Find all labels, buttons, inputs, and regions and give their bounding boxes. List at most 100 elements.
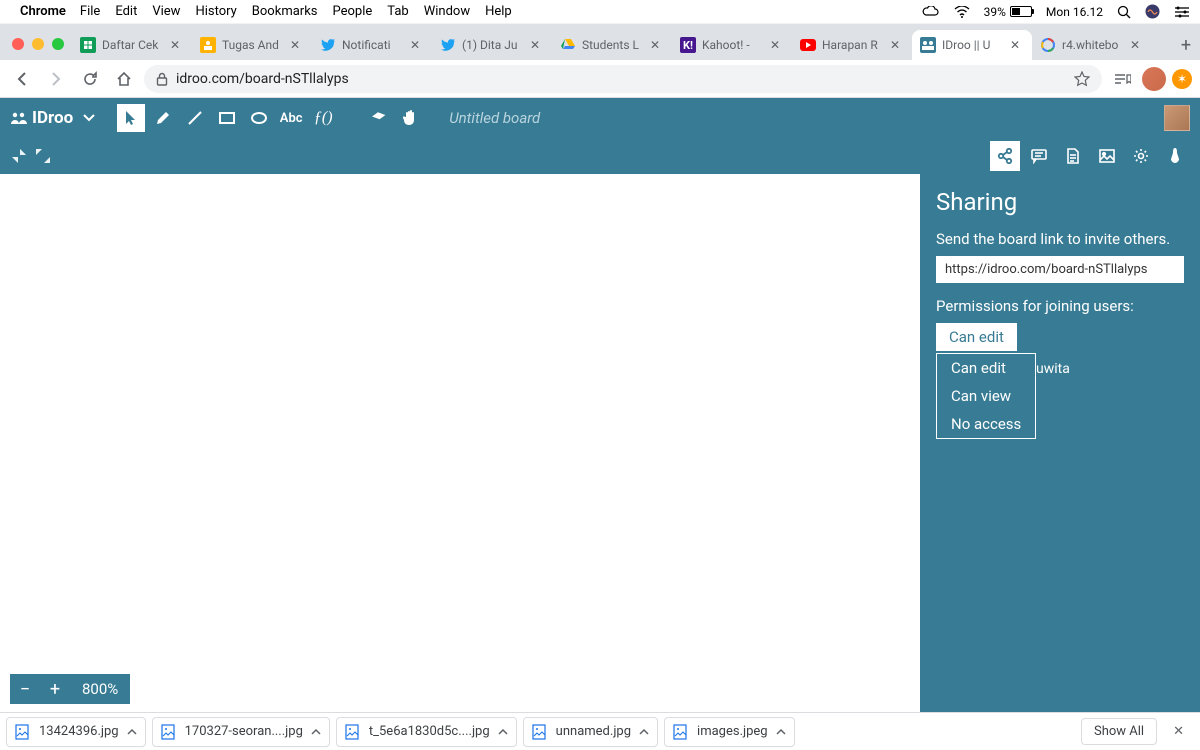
brush-icon[interactable] <box>1160 141 1190 171</box>
battery-status[interactable]: 39% <box>984 5 1032 19</box>
tab-favicon <box>440 37 456 53</box>
browser-tab[interactable]: Students L✕ <box>552 30 672 60</box>
tab-close-icon[interactable]: ✕ <box>1010 38 1024 52</box>
menu-window[interactable]: Window <box>424 4 470 19</box>
download-chevron-icon[interactable] <box>639 729 649 735</box>
tab-close-icon[interactable]: ✕ <box>530 38 544 52</box>
new-tab-button[interactable]: + <box>1172 31 1200 59</box>
image-icon[interactable] <box>1092 141 1122 171</box>
wifi-icon[interactable] <box>954 6 970 18</box>
home-button[interactable] <box>110 65 138 93</box>
ellipse-tool[interactable] <box>245 104 273 132</box>
select-tool[interactable] <box>117 104 145 132</box>
download-chevron-icon[interactable] <box>498 729 508 735</box>
browser-tab[interactable]: Daftar Cek✕ <box>72 30 192 60</box>
download-item[interactable]: t_5e6a1830d5c....jpg <box>336 717 517 747</box>
expand-arrow-out-icon[interactable] <box>34 147 52 165</box>
download-item[interactable]: 13424396.jpg <box>6 717 146 747</box>
zoom-out-button[interactable]: − <box>10 679 40 700</box>
permission-option-noaccess[interactable]: No access <box>937 410 1035 438</box>
idroo-logo[interactable]: IDroo <box>10 108 73 128</box>
browser-tab[interactable]: Tugas And✕ <box>192 30 312 60</box>
download-item[interactable]: 170327-seoran....jpg <box>152 717 330 747</box>
tab-close-icon[interactable]: ✕ <box>170 38 184 52</box>
zoom-value[interactable]: 800% <box>70 680 130 698</box>
browser-tab[interactable]: Notificati✕ <box>312 30 432 60</box>
browser-tab[interactable]: K!Kahoot! - ✕ <box>672 30 792 60</box>
chrome-tab-strip: Daftar Cek✕Tugas And✕Notificati✕(1) Dita… <box>0 24 1200 60</box>
pan-tool[interactable] <box>397 104 425 132</box>
app-name[interactable]: Chrome <box>20 4 66 19</box>
browser-tab[interactable]: (1) Dita Ju✕ <box>432 30 552 60</box>
creative-cloud-icon[interactable] <box>922 6 940 18</box>
menu-people[interactable]: People <box>333 4 373 19</box>
menu-view[interactable]: View <box>152 4 180 19</box>
permissions-select[interactable]: Can edit <box>936 323 1017 351</box>
reading-list-icon[interactable] <box>1108 65 1136 93</box>
download-chevron-icon[interactable] <box>127 729 137 735</box>
download-item[interactable]: unnamed.jpg <box>523 717 658 747</box>
text-tool[interactable]: Abc <box>277 104 305 132</box>
tab-favicon <box>1040 37 1056 53</box>
menu-help[interactable]: Help <box>485 4 512 19</box>
menu-history[interactable]: History <box>195 4 236 19</box>
tab-close-icon[interactable]: ✕ <box>290 38 304 52</box>
window-close-button[interactable] <box>12 38 24 50</box>
close-downloads-bar-button[interactable]: ✕ <box>1163 724 1194 739</box>
collapse-arrow-in-icon[interactable] <box>10 147 28 165</box>
chat-icon[interactable] <box>1024 141 1054 171</box>
settings-gear-icon[interactable] <box>1126 141 1156 171</box>
eraser-tool[interactable] <box>365 104 393 132</box>
profile-avatar[interactable] <box>1142 67 1166 91</box>
browser-tab[interactable]: r4.whitebo✕ <box>1032 30 1152 60</box>
window-minimize-button[interactable] <box>32 38 44 50</box>
tab-close-icon[interactable]: ✕ <box>410 38 424 52</box>
window-maximize-button[interactable] <box>52 38 64 50</box>
permission-option-edit[interactable]: Can edit <box>937 354 1035 382</box>
chrome-toolbar: idroo.com/board-nSTllalyps ✶ <box>0 60 1200 98</box>
whiteboard-canvas[interactable] <box>0 174 920 712</box>
rectangle-tool[interactable] <box>213 104 241 132</box>
share-icon[interactable] <box>990 141 1020 171</box>
pen-tool[interactable] <box>149 104 177 132</box>
back-button[interactable] <box>8 65 36 93</box>
menu-file[interactable]: File <box>80 4 100 19</box>
document-icon[interactable] <box>1058 141 1088 171</box>
extension-icon[interactable]: ✶ <box>1172 69 1192 89</box>
tab-close-icon[interactable]: ✕ <box>770 38 784 52</box>
forward-button[interactable] <box>42 65 70 93</box>
address-bar[interactable]: idroo.com/board-nSTllalyps <box>144 65 1102 93</box>
tab-favicon <box>800 37 816 53</box>
battery-percent: 39% <box>984 5 1006 19</box>
reload-button[interactable] <box>76 65 104 93</box>
download-chevron-icon[interactable] <box>776 729 786 735</box>
idroo-app: IDroo Abc ƒ() Untitled board Sharing <box>0 98 1200 712</box>
board-menu-dropdown[interactable] <box>83 114 95 122</box>
board-title[interactable]: Untitled board <box>449 109 540 127</box>
clock[interactable]: Mon 16.12 <box>1046 5 1103 19</box>
show-all-downloads-button[interactable]: Show All <box>1081 718 1157 745</box>
formula-tool[interactable]: ƒ() <box>309 104 337 132</box>
bookmark-star-icon[interactable] <box>1074 71 1090 87</box>
tab-close-icon[interactable]: ✕ <box>650 38 664 52</box>
line-tool[interactable] <box>181 104 209 132</box>
download-item[interactable]: images.jpeg <box>664 717 795 747</box>
permission-option-view[interactable]: Can view <box>937 382 1035 410</box>
file-image-icon <box>345 724 361 740</box>
share-link-input[interactable]: https://idroo.com/board-nSTllalyps <box>936 256 1184 283</box>
control-center-icon[interactable] <box>1174 6 1190 18</box>
menu-bookmarks[interactable]: Bookmarks <box>252 4 318 19</box>
tab-close-icon[interactable]: ✕ <box>890 38 904 52</box>
current-user-avatar[interactable] <box>1164 105 1190 131</box>
owner-name-fragment: uwita <box>1036 361 1070 377</box>
download-chevron-icon[interactable] <box>311 729 321 735</box>
browser-tab[interactable]: IDroo || U✕ <box>912 30 1032 60</box>
siri-icon[interactable] <box>1145 4 1160 19</box>
zoom-in-button[interactable]: + <box>40 679 70 700</box>
browser-tab[interactable]: Harapan R✕ <box>792 30 912 60</box>
permissions-selected-value: Can edit <box>949 328 1004 346</box>
menu-edit[interactable]: Edit <box>115 4 137 19</box>
spotlight-icon[interactable] <box>1117 5 1131 19</box>
menu-tab[interactable]: Tab <box>387 4 408 19</box>
tab-close-icon[interactable]: ✕ <box>1130 38 1144 52</box>
